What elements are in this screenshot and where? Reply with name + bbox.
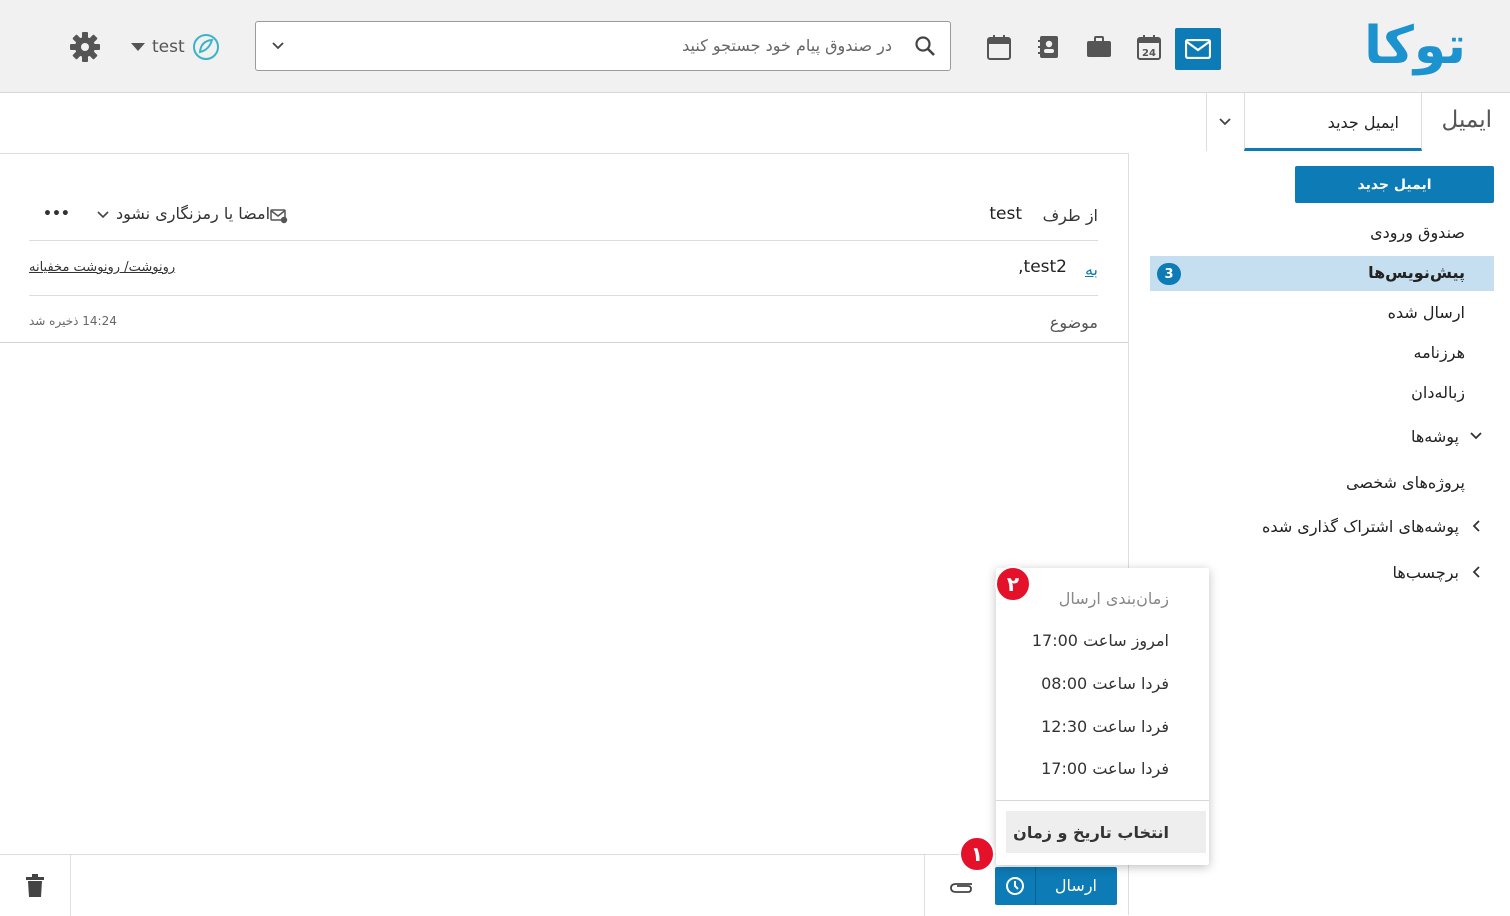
user-menu[interactable]: test (130, 30, 221, 64)
calendar-24-icon: 24 (1137, 35, 1161, 60)
contacts-app-button[interactable] (1030, 28, 1068, 66)
paperclip-icon[interactable] (948, 878, 974, 894)
chevron-down-icon[interactable] (96, 209, 110, 221)
mail-app-button[interactable] (1175, 28, 1221, 70)
search-icon[interactable] (914, 35, 936, 57)
settings-button[interactable] (68, 30, 102, 68)
user-avatar-icon (192, 34, 219, 60)
sidebar-item-personal-projects[interactable]: پروژه‌های شخصی (1346, 473, 1465, 492)
schedule-option-tomorrow-1700[interactable]: فردا ساعت 17:00 (1041, 759, 1169, 778)
app-logo[interactable]: توکا (1364, 14, 1468, 78)
sidebar-item-inbox[interactable]: صندوق ورودی (1370, 223, 1465, 242)
search-input[interactable]: در صندوق پیام خود جستجو کنید (682, 36, 892, 55)
sidebar-item-folders[interactable]: پوشه‌ها (1411, 427, 1459, 446)
annotation-marker-1: ۱ (959, 836, 995, 872)
sidebar-item-drafts-label: پیش‌نویس‌ها (1368, 263, 1465, 282)
divider (1035, 867, 1036, 905)
sidebar-item-labels[interactable]: برچسب‌ها (1393, 563, 1459, 582)
send-button-group: ارسال (995, 867, 1117, 905)
user-name: test (152, 37, 185, 57)
to-recipient[interactable]: test2, (1018, 257, 1067, 277)
chevron-down-icon[interactable] (270, 39, 286, 53)
briefcase-app-button[interactable] (1080, 28, 1118, 66)
signature-select[interactable]: امضا یا رمزنگاری نشود (116, 204, 270, 223)
calendar-icon (987, 35, 1011, 60)
new-email-button[interactable]: ایمیل جدید (1295, 166, 1494, 203)
caret-down-icon (131, 43, 145, 51)
schedule-option-tomorrow-0800[interactable]: فردا ساعت 08:00 (1041, 674, 1169, 693)
chevron-down-icon[interactable] (1469, 430, 1483, 442)
sidebar-item-trash[interactable]: زباله‌دان (1411, 383, 1465, 402)
tabs-dropdown-button[interactable] (1206, 93, 1242, 151)
cc-bcc-link[interactable]: رونوشت/ رونوشت مخفیانه (29, 260, 175, 275)
signature-encryption-icon (270, 208, 288, 228)
divider (70, 855, 71, 916)
message-body-editor[interactable] (0, 343, 1128, 853)
chevron-left-icon[interactable] (1471, 519, 1483, 533)
divider (29, 295, 1098, 296)
chevron-down-icon (1218, 118, 1231, 126)
section-title[interactable]: ایمیل (1442, 107, 1492, 133)
chevron-left-icon[interactable] (1471, 565, 1483, 579)
divider (924, 855, 925, 916)
trash-icon[interactable] (25, 874, 45, 898)
sidebar-item-shared-folders[interactable]: پوشه‌های اشتراک گذاری شده (1262, 517, 1459, 536)
calendar-app-button[interactable] (980, 28, 1018, 66)
saved-status: 14:24 ذخیره شد (29, 314, 117, 328)
sidebar-item-sent[interactable]: ارسال شده (1388, 303, 1465, 322)
briefcase-icon (1087, 36, 1111, 57)
svg-text:24: 24 (1142, 48, 1156, 59)
from-label: از طرف (1042, 206, 1098, 225)
schedule-option-custom-label: انتخاب تاریخ و زمان (1013, 823, 1169, 842)
schedule-menu-title: زمان‌بندی ارسال (1058, 589, 1169, 608)
to-label-link[interactable]: به (1085, 260, 1098, 279)
schedule-option-today-1700[interactable]: امروز ساعت 17:00 (1032, 631, 1169, 650)
mail-icon (1185, 39, 1211, 59)
calendar-day-app-button[interactable]: 24 (1130, 28, 1168, 66)
tabs-row: ایمیل ایمیل جدید (0, 93, 1510, 154)
schedule-send-menu: زمان‌بندی ارسال امروز ساعت 17:00 فردا سا… (996, 568, 1209, 865)
subject-field[interactable]: موضوع (1050, 313, 1098, 332)
from-value[interactable]: test (989, 204, 1022, 224)
annotation-marker-2: ۲ (995, 566, 1031, 602)
divider (29, 240, 1098, 241)
drafts-count-badge: 3 (1157, 263, 1181, 285)
tab-new-email-label: ایمیل جدید (1327, 113, 1399, 132)
divider (996, 800, 1209, 801)
schedule-option-tomorrow-1230[interactable]: فردا ساعت 12:30 (1041, 717, 1169, 736)
gear-icon (70, 32, 100, 62)
top-bar: توکا 24 در صندوق پیام خود جستجو کنید tes… (0, 0, 1510, 93)
contacts-icon (1038, 36, 1058, 58)
sidebar-item-spam[interactable]: هرزنامه (1414, 343, 1465, 362)
clock-icon[interactable] (1005, 876, 1025, 896)
send-button[interactable]: ارسال (1055, 876, 1097, 895)
tab-new-email[interactable]: ایمیل جدید (1244, 93, 1422, 151)
search-box[interactable]: در صندوق پیام خود جستجو کنید (255, 21, 951, 71)
more-options-button[interactable]: ••• (43, 206, 70, 222)
